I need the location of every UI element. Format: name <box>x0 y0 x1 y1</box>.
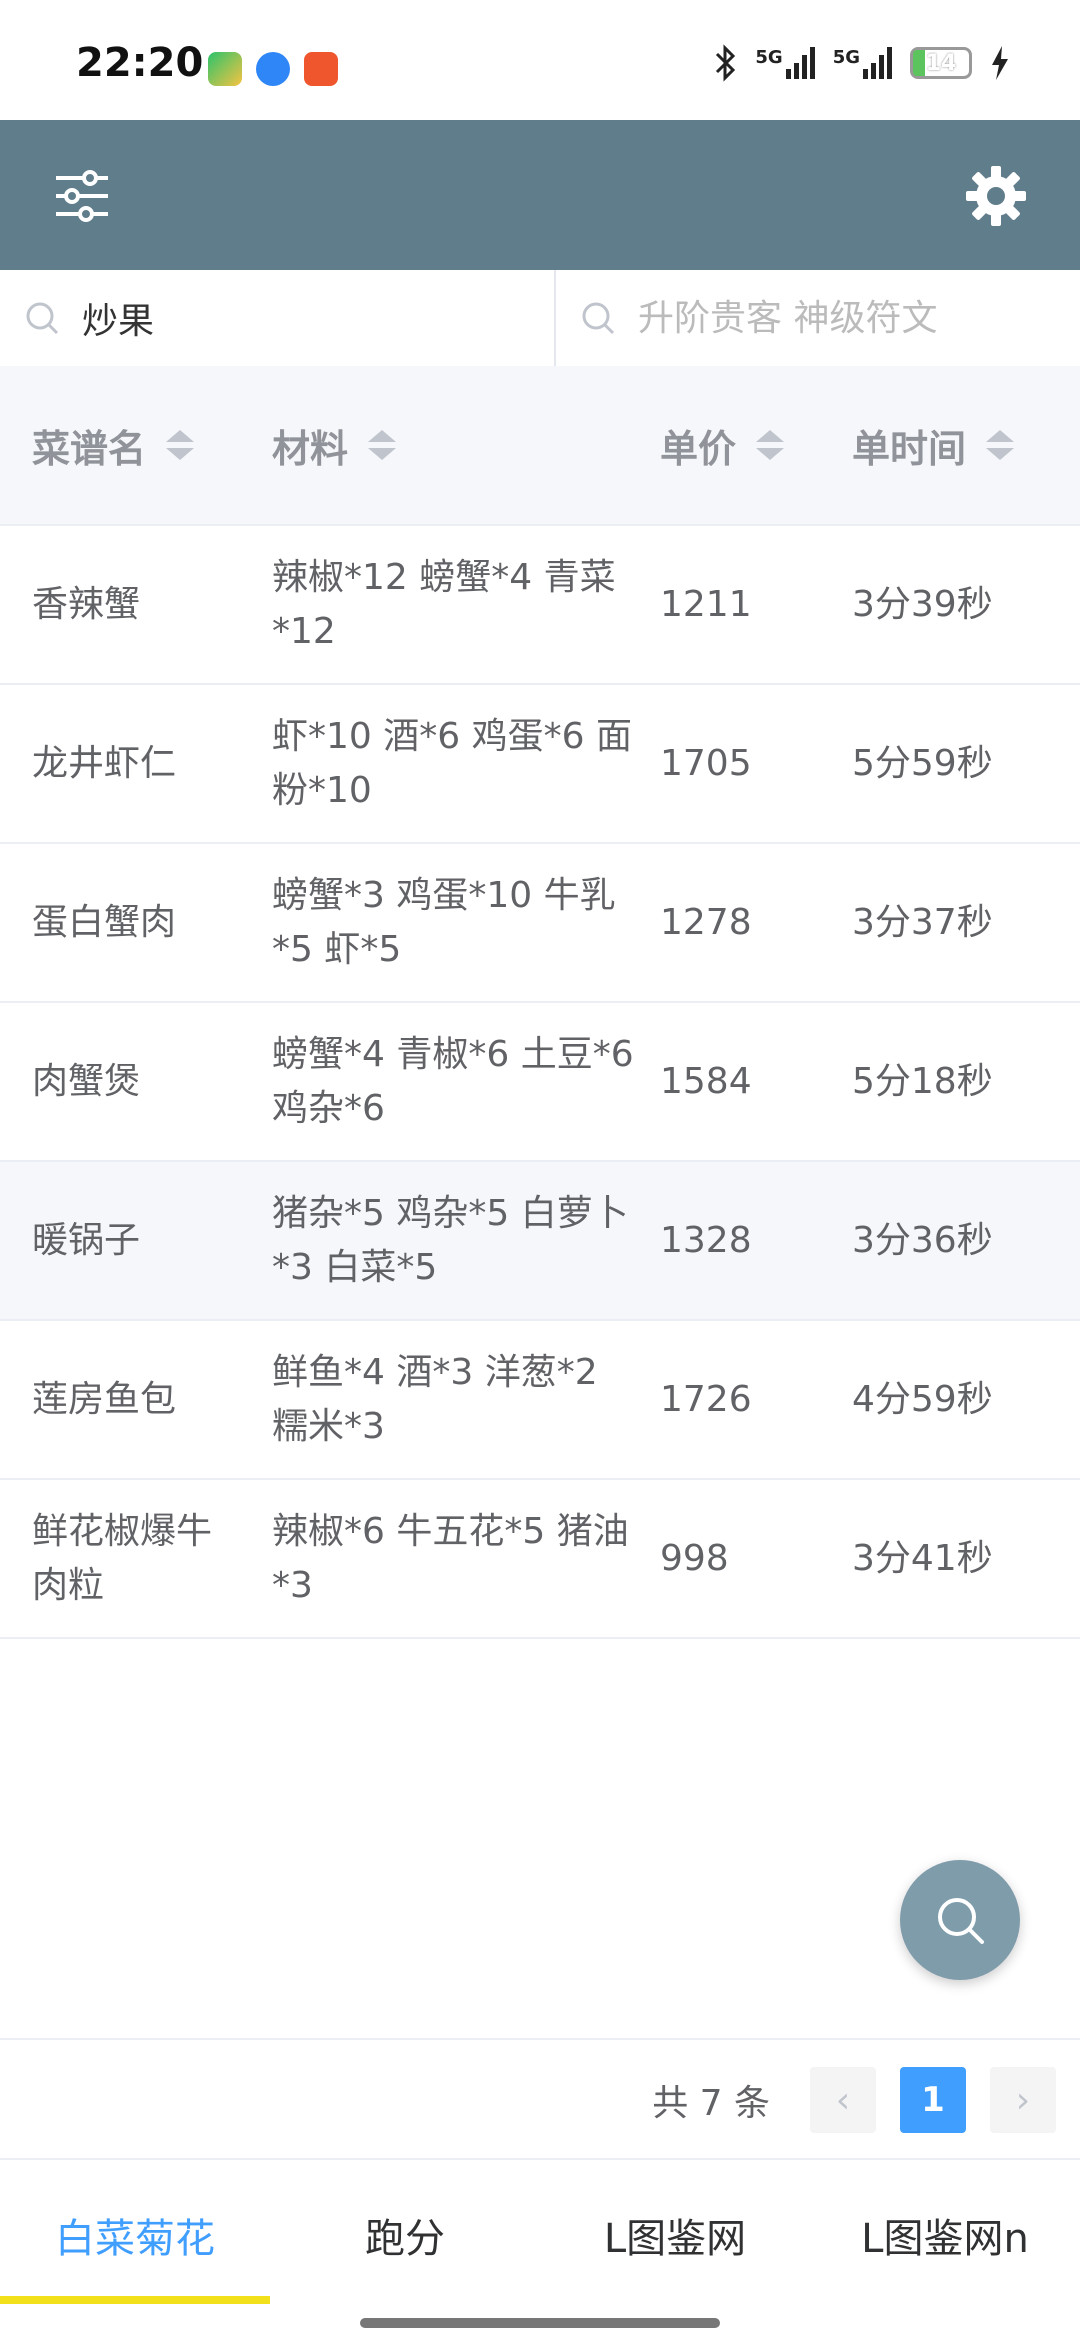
sort-icon[interactable] <box>368 430 397 460</box>
cell-time: 5分18秒 <box>852 1060 993 1102</box>
gear-icon[interactable] <box>964 164 1028 228</box>
filter-menu-icon[interactable] <box>52 168 112 224</box>
video-app-icon <box>208 52 242 86</box>
table-row[interactable]: 蛋白蟹肉 螃蟹*3 鸡蛋*10 牛乳*5 虾*5 1278 3分37秒 <box>0 844 1080 1003</box>
network-type-2: 5G <box>832 47 860 68</box>
table-row[interactable]: 鲜花椒爆牛肉粒 辣椒*6 牛五花*5 猪油*3 998 3分41秒 <box>0 1480 1080 1639</box>
app-bar <box>0 120 1080 270</box>
table-header: 菜谱名 材料 单价 单时间 <box>0 366 1080 526</box>
tab-score[interactable]: 跑分 <box>270 2160 540 2310</box>
bottom-tab-bar: 白菜菊花 跑分 L图鉴网 L图鉴网n <box>0 2158 1080 2310</box>
cell-time: 3分36秒 <box>852 1219 993 1261</box>
search-icon <box>26 302 59 335</box>
sort-icon[interactable] <box>986 430 1015 460</box>
cell-recipe-name: 肉蟹煲 <box>32 1060 141 1102</box>
cell-time: 3分41秒 <box>852 1537 993 1579</box>
status-bar: 22:20 5G 5G 14 <box>0 0 1080 120</box>
status-right: 5G 5G 14 <box>713 44 1010 82</box>
signal-1-icon: 5G <box>755 47 815 79</box>
table-row[interactable]: 肉蟹煲 螃蟹*4 青椒*6 土豆*6 鸡杂*6 1584 5分18秒 <box>0 1003 1080 1162</box>
floating-search-button[interactable] <box>900 1860 1020 1980</box>
header-materials[interactable]: 材料 <box>240 418 660 473</box>
page-number-button[interactable]: 1 <box>900 2067 966 2133</box>
pagination: 共 7 条 ‹ 1 › <box>0 2038 1080 2160</box>
bluetooth-icon <box>716 44 736 82</box>
charging-icon <box>992 46 1008 80</box>
cell-recipe-name: 香辣蟹 <box>32 583 141 625</box>
search-icon <box>582 302 615 335</box>
table-row[interactable]: 龙井虾仁 虾*10 酒*6 鸡蛋*6 面粉*10 1705 5分59秒 <box>0 685 1080 844</box>
cell-time: 3分39秒 <box>852 583 993 625</box>
pagination-total: 共 7 条 <box>652 2083 770 2124</box>
cell-price: 1211 <box>660 583 752 625</box>
header-label: 单价 <box>660 426 737 471</box>
next-page-button[interactable]: › <box>990 2067 1056 2133</box>
header-time[interactable]: 单时间 <box>852 418 1080 473</box>
cell-materials: 鲜鱼*4 酒*3 洋葱*2 糯米*3 <box>272 1351 598 1447</box>
search-icon <box>938 1898 984 1944</box>
recipe-search-box <box>0 270 556 366</box>
network-type-1: 5G <box>755 47 783 68</box>
cell-recipe-name: 暖锅子 <box>32 1219 141 1261</box>
recipe-search-input[interactable] <box>80 296 554 340</box>
recipe-table: 菜谱名 材料 单价 单时间 香辣蟹 辣椒*12 螃蟹*4 青菜*12 1211 … <box>0 366 1080 1639</box>
table-row[interactable]: 暖锅子 猪杂*5 鸡杂*5 白萝卜*3 白菜*5 1328 3分36秒 <box>0 1162 1080 1321</box>
cell-price: 1584 <box>660 1060 752 1102</box>
cell-time: 3分37秒 <box>852 901 993 943</box>
chevron-right-icon: › <box>1015 2079 1031 2121</box>
battery-icon: 14 <box>910 47 972 79</box>
header-price[interactable]: 单价 <box>660 418 852 473</box>
sort-icon[interactable] <box>166 430 195 460</box>
cell-materials: 螃蟹*4 青椒*6 土豆*6 鸡杂*6 <box>272 1033 634 1129</box>
blue-app-icon <box>256 52 290 86</box>
cell-price: 1726 <box>660 1378 752 1420</box>
cell-price: 1705 <box>660 742 752 784</box>
cell-recipe-name: 鲜花椒爆牛肉粒 <box>32 1510 213 1606</box>
cell-price: 1328 <box>660 1219 752 1261</box>
notification-icons <box>208 52 338 86</box>
cell-materials: 猪杂*5 鸡杂*5 白萝卜*3 白菜*5 <box>272 1192 629 1288</box>
chevron-left-icon: ‹ <box>835 2079 851 2121</box>
status-time: 22:20 <box>76 40 204 86</box>
header-label: 材料 <box>272 426 349 471</box>
signal-2-icon: 5G <box>833 47 892 79</box>
header-label: 菜谱名 <box>32 426 147 471</box>
header-label: 单时间 <box>852 426 967 471</box>
header-recipe-name[interactable]: 菜谱名 <box>0 418 240 473</box>
cell-price: 1278 <box>660 901 752 943</box>
cell-recipe-name: 蛋白蟹肉 <box>32 901 177 943</box>
cell-materials: 螃蟹*3 鸡蛋*10 牛乳*5 虾*5 <box>272 874 616 970</box>
cell-time: 4分59秒 <box>852 1378 993 1420</box>
table-row[interactable]: 莲房鱼包 鲜鱼*4 酒*3 洋葱*2 糯米*3 1726 4分59秒 <box>0 1321 1080 1480</box>
cell-recipe-name: 龙井虾仁 <box>32 742 177 784</box>
sort-icon[interactable] <box>756 430 785 460</box>
battery-level: 14 <box>925 50 957 76</box>
kuaishou-app-icon <box>304 52 338 86</box>
guest-search-box <box>556 270 1080 366</box>
cell-time: 5分59秒 <box>852 742 993 784</box>
prev-page-button[interactable]: ‹ <box>810 2067 876 2133</box>
tab-baicai-juhua[interactable]: 白菜菊花 <box>0 2160 270 2310</box>
guest-search-input[interactable] <box>636 296 1080 340</box>
cell-recipe-name: 莲房鱼包 <box>32 1378 177 1420</box>
tab-l-tujian[interactable]: L图鉴网 <box>540 2160 810 2310</box>
cell-price: 998 <box>660 1537 729 1579</box>
search-row <box>0 270 1080 366</box>
cell-materials: 虾*10 酒*6 鸡蛋*6 面粉*10 <box>272 715 632 811</box>
table-row[interactable]: 香辣蟹 辣椒*12 螃蟹*4 青菜*12 1211 3分39秒 <box>0 526 1080 685</box>
tab-l-tujian-n[interactable]: L图鉴网n <box>810 2160 1080 2310</box>
cell-materials: 辣椒*6 牛五花*5 猪油*3 <box>272 1510 629 1606</box>
home-indicator[interactable] <box>360 2318 720 2328</box>
cell-materials: 辣椒*12 螃蟹*4 青菜*12 <box>272 556 616 652</box>
